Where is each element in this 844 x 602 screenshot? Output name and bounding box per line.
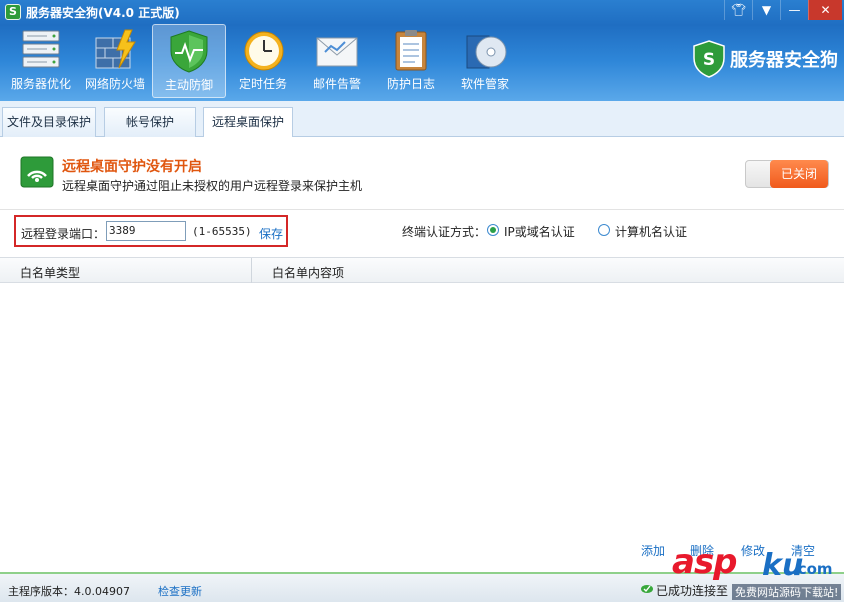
brand-text: 服务器安全狗 xyxy=(730,50,838,71)
status-title: 远程桌面守护没有开启 xyxy=(62,159,202,175)
skin-icon[interactable]: 👕︎ xyxy=(724,0,752,20)
status-panel: 远程桌面守护没有开启 远程桌面守护通过阻止未授权的用户远程登录来保护主机 已关闭 xyxy=(0,137,844,209)
auth-radio-ip-domain[interactable] xyxy=(487,224,499,236)
brand-shield-icon: S xyxy=(693,40,725,78)
auth-option-ip-domain-label[interactable]: IP或域名认证 xyxy=(504,223,575,240)
port-range-hint: (1-65535) xyxy=(192,225,252,238)
window-title: 服务器安全狗(V4.0 正式版) xyxy=(26,6,180,20)
port-settings-row: 远程登录端口： 3389 (1-65535) 保存 终端认证方式： IP或域名认… xyxy=(0,209,844,253)
toolbar-item-label: 定时任务 xyxy=(238,77,287,91)
toolbar-item-mail-alert[interactable]: 邮件告警 xyxy=(300,24,374,98)
tab-file-dir-protection[interactable]: 文件及目录保护 xyxy=(2,107,96,137)
port-input[interactable]: 3389 xyxy=(106,221,186,241)
toolbar-item-server-optimize[interactable]: 服务器优化 xyxy=(4,24,78,98)
menu-dropdown-icon[interactable]: ▼ xyxy=(752,0,780,20)
check-update-link[interactable]: 检查更新 xyxy=(158,583,202,599)
cloud-check-icon xyxy=(641,585,653,593)
main-toolbar: 服务器优化 网络防火墙 主动防御 定时任务 邮件告警 防护日志 软件管家 xyxy=(4,24,522,98)
tab-strip: 文件及目录保护 帐号保护 远程桌面保护 xyxy=(0,101,844,138)
column-divider[interactable] xyxy=(251,258,252,283)
version-text: 主程序版本：4.0.04907 xyxy=(8,585,130,598)
server-rack-icon xyxy=(22,30,60,68)
title-toolbar-area: S 服务器安全狗(V4.0 正式版) 👕︎ ▼ — ✕ 服务器优化 网络防火墙 … xyxy=(0,0,844,101)
toolbar-item-protection-log[interactable]: 防护日志 xyxy=(374,24,448,98)
watermark-asp: asp xyxy=(672,542,738,582)
svg-text:S: S xyxy=(703,50,715,70)
brand-logo: S 服务器安全狗 xyxy=(692,40,838,78)
toolbar-item-software-manager[interactable]: 软件管家 xyxy=(448,24,522,98)
shield-icon xyxy=(170,30,208,73)
auth-radio-computer-name[interactable] xyxy=(598,224,610,236)
toolbar-item-scheduled-task[interactable]: 定时任务 xyxy=(226,24,300,98)
toolbar-item-label: 邮件告警 xyxy=(312,77,361,91)
minimize-icon[interactable]: — xyxy=(780,0,808,20)
toolbar-item-label: 网络防火墙 xyxy=(84,77,145,91)
port-label: 远程登录端口： xyxy=(21,227,106,241)
auth-method-label: 终端认证方式： xyxy=(402,225,487,239)
port-highlight-box: 远程登录端口： 3389 (1-65535) 保存 xyxy=(14,215,288,247)
toolbar-item-firewall[interactable]: 网络防火墙 xyxy=(78,24,152,98)
status-description: 远程桌面守护通过阻止未授权的用户远程登录来保护主机 xyxy=(62,179,363,193)
column-header-content[interactable]: 白名单内容项 xyxy=(272,264,344,281)
clipboard-icon xyxy=(395,30,427,71)
tab-remote-desktop-protection[interactable]: 远程桌面保护 xyxy=(203,107,293,138)
remote-desktop-icon xyxy=(20,156,54,188)
tab-account-protection[interactable]: 帐号保护 xyxy=(104,107,196,137)
save-button[interactable]: 保存 xyxy=(259,225,283,242)
toolbar-item-active-defense[interactable]: 主动防御 xyxy=(152,24,226,98)
mail-icon xyxy=(316,37,358,67)
toggle-label: 已关闭 xyxy=(770,160,828,188)
window-controls: 👕︎ ▼ — ✕ xyxy=(724,0,842,20)
toolbar-item-label: 软件管家 xyxy=(460,77,509,91)
whitelist-table-header: 白名单类型 白名单内容项 xyxy=(0,257,844,283)
whitelist-table-body[interactable] xyxy=(0,283,844,538)
add-button[interactable]: 添加 xyxy=(641,542,665,559)
auth-option-computer-name-label[interactable]: 计算机名认证 xyxy=(615,223,687,240)
watermark: asp ku .com 免费网站源码下载站! xyxy=(672,540,842,600)
protection-toggle[interactable]: 已关闭 xyxy=(745,160,829,188)
toolbar-item-label: 服务器优化 xyxy=(10,77,71,91)
app-logo-icon: S xyxy=(5,4,21,20)
column-header-type[interactable]: 白名单类型 xyxy=(20,264,80,281)
toolbar-item-label: 主动防御 xyxy=(164,78,213,92)
watermark-subtitle: 免费网站源码下载站! xyxy=(732,584,842,600)
clock-icon xyxy=(244,31,284,71)
watermark-domain: .com xyxy=(792,560,833,578)
software-box-icon xyxy=(466,35,507,69)
toolbar-item-label: 防护日志 xyxy=(386,77,435,91)
firewall-icon xyxy=(95,29,136,69)
close-icon[interactable]: ✕ xyxy=(808,0,842,20)
